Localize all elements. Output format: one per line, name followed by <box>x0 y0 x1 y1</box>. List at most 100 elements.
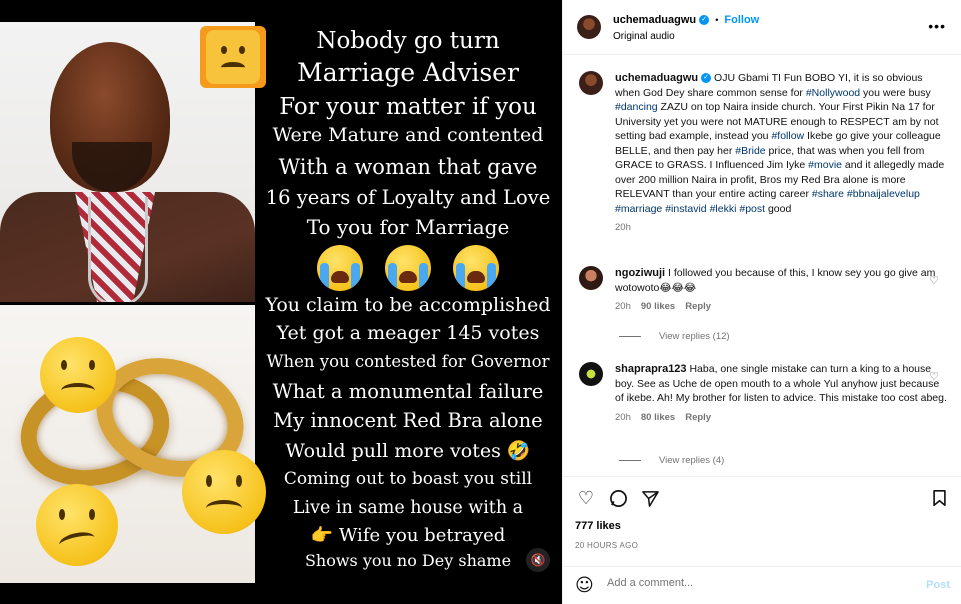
chain <box>88 197 148 302</box>
hashtag-link[interactable]: #share <box>812 188 844 200</box>
avatar[interactable] <box>579 266 603 290</box>
heart-icon[interactable]: ♡ <box>929 274 939 287</box>
share-icon[interactable] <box>639 487 661 509</box>
comment-icon[interactable] <box>607 487 629 509</box>
hashtag-link[interactable]: #instavid <box>665 203 706 215</box>
hashtag-link[interactable]: #bbnaijalevelup <box>847 188 920 200</box>
caption: uchemaduagwu ✓ OJU Gbami TI Fun BOBO YI, … <box>579 71 949 233</box>
crying-face-icon <box>385 245 431 291</box>
poem-line: Nobody go turn <box>316 28 500 54</box>
caption-time: 20h <box>615 222 631 233</box>
comment-text: shaprapra123 Haba, one single mistake ca… <box>615 362 949 406</box>
poem-text: Nobody go turn Marriage Adviser For your… <box>258 28 558 575</box>
view-replies-label: View replies (4) <box>659 455 725 466</box>
comment-text: ngoziwuji I followed you because of this… <box>615 266 949 295</box>
original-audio-link[interactable]: Original audio <box>613 31 675 42</box>
instagram-post: Nobody go turn Marriage Adviser For your… <box>0 0 961 604</box>
crying-face-icon <box>453 245 499 291</box>
poem-line: What a monumental failure <box>272 380 544 403</box>
sad-face-icon <box>182 450 266 534</box>
comment: ngoziwuji I followed you because of this… <box>579 266 949 312</box>
poem-line: Coming out to boast you still <box>283 469 533 489</box>
hashtag-link[interactable]: #follow <box>771 130 804 142</box>
caption-text: uchemaduagwu ✓ OJU Gbami TI Fun BOBO YI, … <box>615 71 949 216</box>
replies-dash <box>619 460 641 461</box>
add-comment-bar: ☺ Post <box>563 566 961 604</box>
post-sidebar: uchemaduagwu ✓ • Follow Original audio ••… <box>562 0 961 604</box>
bookmark-icon[interactable] <box>928 487 950 509</box>
post-header: uchemaduagwu ✓ • Follow Original audio ••… <box>563 0 961 55</box>
view-replies-button[interactable]: View replies (4) <box>619 455 724 466</box>
hashtag-link[interactable]: #Nollywood <box>806 87 860 99</box>
comment-time: 20h <box>615 301 631 312</box>
header-user-line: uchemaduagwu ✓ • Follow <box>613 14 759 26</box>
sad-face-icon <box>40 337 116 413</box>
comment-likes[interactable]: 80 likes <box>641 412 675 423</box>
weary-face-icon <box>200 26 266 88</box>
poem-line: Live in same house with a <box>292 498 524 518</box>
hashtag-link[interactable]: #marriage <box>615 203 662 215</box>
poem-line: For your matter if you <box>279 94 537 120</box>
post-actions: ♡ 777 likes 20 HOURS AGO <box>563 476 961 556</box>
hashtag-link[interactable]: #Bride <box>735 145 765 157</box>
poem-line-text: Would pull more votes <box>285 440 501 462</box>
more-options-icon[interactable]: ••• <box>928 18 946 34</box>
separator-dot: • <box>715 15 719 25</box>
pointing-hand-icon: 👉 <box>310 525 334 546</box>
verified-badge-icon: ✓ <box>701 73 712 84</box>
comment-likes[interactable]: 90 likes <box>641 301 675 312</box>
comment: shaprapra123 Haba, one single mistake ca… <box>579 362 949 423</box>
comment-input[interactable] <box>607 577 907 589</box>
hashtag-link[interactable]: #dancing <box>615 101 658 113</box>
caption-meta: 20h <box>615 222 949 233</box>
poem-line: When you contested for Governor <box>266 352 550 371</box>
username-link[interactable]: uchemaduagwu <box>615 72 698 84</box>
confused-face-icon <box>36 484 118 566</box>
poem-line: 👉 Wife you betrayed <box>258 525 558 551</box>
hashtag-link[interactable]: #movie <box>808 159 842 171</box>
poem-line: Marriage Adviser <box>297 58 519 87</box>
caption-segment: good <box>765 202 792 215</box>
caption-segment: you were busy <box>860 86 931 99</box>
reply-button[interactable]: Reply <box>685 412 711 423</box>
like-heart-icon[interactable]: ♡ <box>575 487 597 509</box>
likes-count[interactable]: 777 likes <box>575 520 621 532</box>
comment-time: 20h <box>615 411 631 423</box>
post-timestamp: 20 HOURS AGO <box>575 541 639 550</box>
username-link[interactable]: uchemaduagwu <box>613 14 696 26</box>
poem-line: You claim to be accomplished <box>265 294 551 316</box>
hashtag-link[interactable]: #post <box>739 203 765 215</box>
crying-face-icon <box>317 245 363 291</box>
follow-button[interactable]: Follow <box>724 14 759 26</box>
username-link[interactable]: shaprapra123 <box>615 363 687 375</box>
view-replies-label: View replies (12) <box>659 331 730 342</box>
poem-line: To you for Marriage <box>306 215 510 239</box>
comment-meta: 20h 90 likes Reply <box>615 301 949 312</box>
username-link[interactable]: ngoziwuji <box>615 267 665 279</box>
comments-section: uchemaduagwu ✓ OJU Gbami TI Fun BOBO YI, … <box>563 56 961 476</box>
poem-line: With a woman that gave <box>278 155 538 179</box>
poem-line: Were Mature and contented <box>272 124 544 146</box>
emoji-picker-icon[interactable]: ☺ <box>575 575 594 596</box>
poem-line: 16 years of Loyalty and Love <box>265 186 551 209</box>
post-media[interactable]: Nobody go turn Marriage Adviser For your… <box>0 0 562 604</box>
poem-line: My innocent Red Bra alone <box>273 409 543 432</box>
view-replies-button[interactable]: View replies (12) <box>619 331 730 342</box>
poem-line: Yet got a meager 145 votes <box>276 322 540 344</box>
crying-emoji-row <box>258 244 558 292</box>
verified-badge-icon: ✓ <box>699 15 710 26</box>
rolling-laughing-icon: 🤣 <box>506 440 531 462</box>
avatar[interactable] <box>579 71 603 95</box>
comment-meta: 20h 80 likes Reply <box>615 412 949 423</box>
post-button[interactable]: Post <box>926 579 950 591</box>
poem-line: Would pull more votes 🤣 <box>258 439 558 469</box>
hashtag-link[interactable]: #lekki <box>710 203 737 215</box>
rings-photo <box>0 305 255 583</box>
avatar[interactable] <box>579 362 603 386</box>
poem-line: Shows you no Dey shame <box>304 551 512 570</box>
reply-button[interactable]: Reply <box>685 301 711 312</box>
replies-dash <box>619 336 641 337</box>
avatar[interactable] <box>577 15 601 39</box>
mute-icon[interactable]: 🔇 <box>526 548 550 572</box>
heart-icon[interactable]: ♡ <box>929 370 939 383</box>
